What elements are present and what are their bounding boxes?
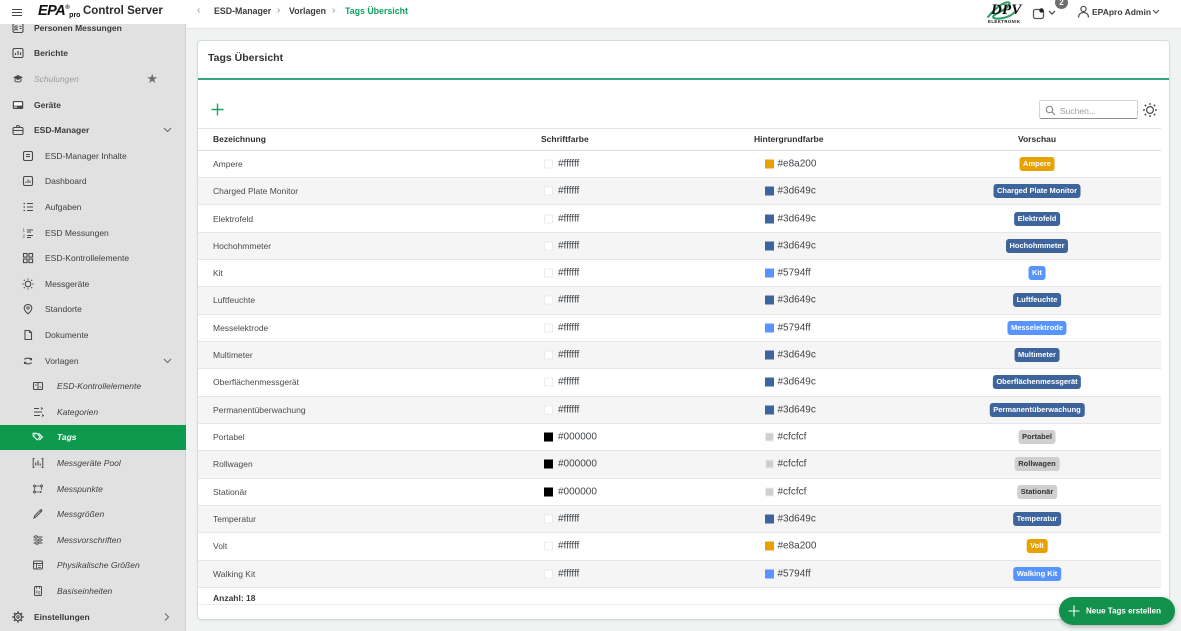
svg-text:1: 1 <box>23 227 26 232</box>
svg-text:kg: kg <box>36 590 41 595</box>
svg-text:2: 2 <box>23 233 26 238</box>
